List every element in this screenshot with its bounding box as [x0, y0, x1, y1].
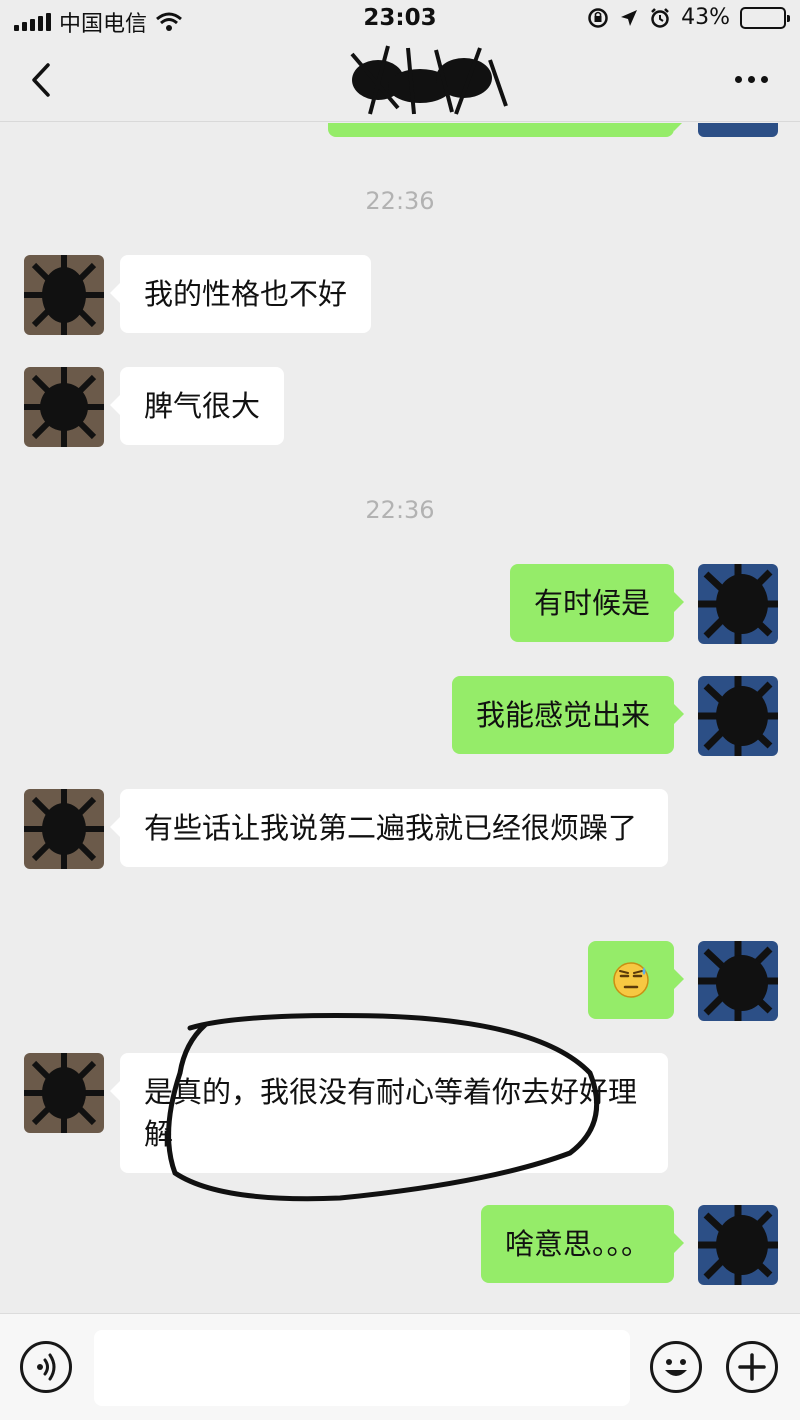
contact-avatar[interactable] [24, 1053, 104, 1133]
redacted-avatar-scribble [698, 1205, 778, 1285]
message-text: 脾气很大 [144, 389, 261, 423]
message-bubble-outgoing[interactable]: 有时候是 [509, 564, 685, 642]
location-icon [621, 9, 638, 26]
contact-avatar[interactable] [24, 789, 104, 869]
message-text: 有时候是 [533, 586, 650, 620]
self-avatar[interactable] [698, 941, 778, 1021]
plus-icon [738, 1353, 766, 1381]
redacted-avatar-scribble [24, 367, 104, 447]
alarm-icon [651, 7, 669, 28]
self-avatar[interactable] [698, 676, 778, 756]
hand-drawn-circle-annotation [166, 1013, 600, 1202]
redacted-contact-name [350, 45, 508, 115]
message-text: 我的性格也不好 [144, 277, 348, 311]
message-text: 啥意思。。。 [504, 1227, 650, 1261]
contact-avatar[interactable] [24, 255, 104, 335]
emoji-button[interactable] [650, 1341, 702, 1393]
message-bubble-outgoing[interactable]: 我能感觉出来 [451, 676, 685, 754]
self-avatar[interactable] [698, 564, 778, 644]
status-right: 43% [587, 5, 790, 30]
previous-message-bubble[interactable] [328, 123, 684, 137]
status-bar: 中国电信 23:03 43% [0, 0, 800, 40]
chat-message-list[interactable]: 22:36 我的性格也不好 脾气很大 22:36 有时候是 我能感觉出来 有些话… [0, 123, 800, 1313]
sweat-emoji [613, 962, 649, 998]
message-text: 我能感觉出来 [475, 698, 650, 732]
timestamp: 22:36 [365, 496, 435, 524]
self-avatar[interactable] [698, 123, 778, 137]
voice-button[interactable] [20, 1341, 72, 1393]
redacted-avatar-scribble [698, 676, 778, 756]
input-bar [0, 1313, 800, 1420]
message-bubble-outgoing[interactable]: 啥意思。。。 [480, 1205, 685, 1283]
message-bubble-incoming[interactable]: 有些话让我说第二遍我就已经很烦躁了 [110, 789, 668, 867]
timestamp: 22:36 [365, 187, 435, 215]
plus-button[interactable] [726, 1341, 778, 1393]
battery-percent: 43% [681, 5, 730, 30]
message-bubble-outgoing[interactable] [588, 941, 684, 1019]
message-input[interactable] [94, 1330, 630, 1406]
contact-avatar[interactable] [24, 367, 104, 447]
message-text: 有些话让我说第二遍我就已经很烦躁了 [144, 811, 638, 845]
message-bubble-incoming[interactable]: 我的性格也不好 [109, 255, 372, 333]
redacted-avatar-scribble [698, 941, 778, 1021]
redacted-avatar-scribble [24, 255, 104, 335]
message-bubble-incoming[interactable]: 脾气很大 [109, 367, 285, 445]
chevron-left-icon[interactable] [22, 60, 62, 100]
more-button[interactable] [735, 76, 768, 83]
self-avatar[interactable] [698, 1205, 778, 1285]
emoji-icon [665, 1359, 687, 1376]
rotation-lock-icon [588, 7, 608, 28]
redacted-avatar-scribble [24, 1053, 104, 1133]
redacted-avatar-scribble [698, 564, 778, 644]
redacted-avatar-scribble [24, 789, 104, 869]
chat-header [0, 40, 800, 122]
battery-icon [740, 6, 790, 29]
voice-icon [37, 1353, 56, 1381]
